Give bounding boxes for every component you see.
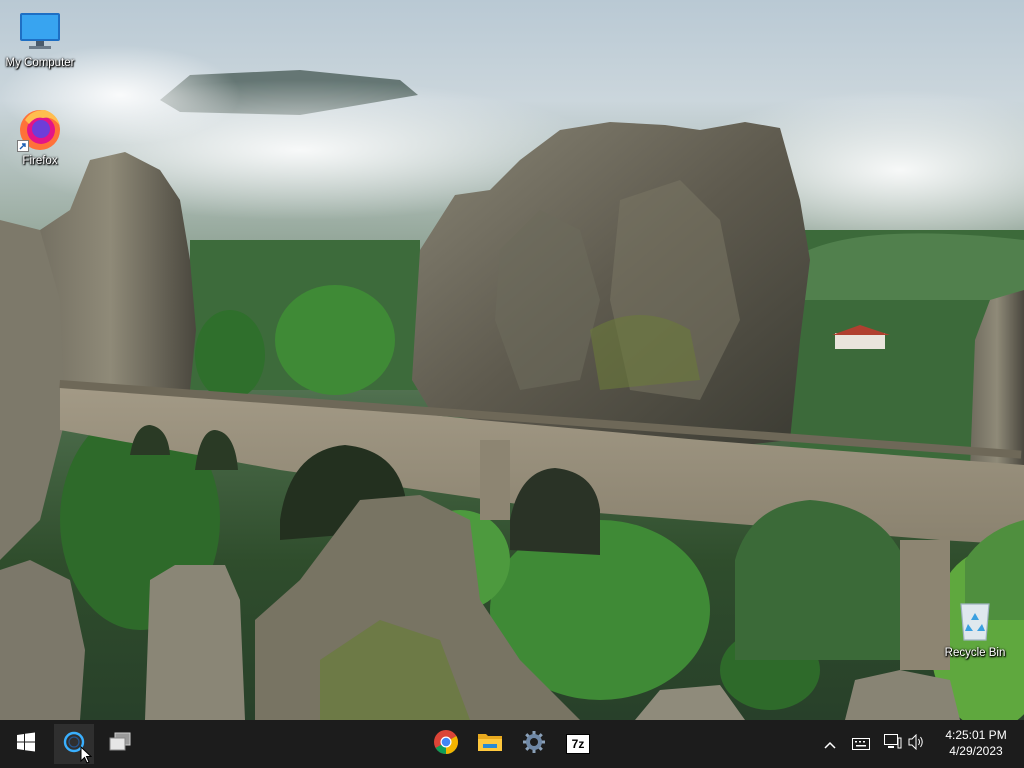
shortcut-arrow-icon — [17, 140, 29, 152]
taskbar: 7z 4:25:01 PM 4/29/2023 — [0, 720, 1024, 768]
pinned-settings[interactable] — [514, 724, 554, 764]
clock-date: 4/29/2023 — [949, 744, 1003, 758]
file-explorer-icon — [477, 731, 503, 757]
desktop-icon-label: Recycle Bin — [944, 647, 1006, 659]
desktop-icon-recycle-bin[interactable]: Recycle Bin — [935, 598, 1015, 660]
firefox-icon — [17, 106, 63, 152]
recycle-bin-icon — [952, 598, 998, 644]
network-icon — [884, 734, 902, 754]
tray-volume-button[interactable] — [907, 733, 927, 754]
pinned-7zip[interactable]: 7z — [558, 724, 598, 764]
tray-network-button[interactable] — [883, 734, 903, 754]
desktop-wallpaper — [0, 0, 1024, 720]
desktop-icon-label: Firefox — [22, 155, 58, 167]
task-view-button[interactable] — [100, 724, 140, 764]
desktop-icon-firefox[interactable]: Firefox — [0, 106, 80, 168]
desktop-icon-my-computer[interactable]: My Computer — [0, 8, 80, 70]
taskbar-clock[interactable]: 4:25:01 PM 4/29/2023 — [936, 727, 1016, 759]
tray-keyboard-button[interactable] — [851, 734, 871, 754]
7zip-icon: 7z — [566, 734, 590, 754]
settings-gear-icon — [522, 730, 546, 758]
pinned-chrome[interactable] — [426, 724, 466, 764]
windows-start-icon — [16, 732, 36, 756]
volume-icon — [908, 733, 926, 754]
desktop-icon-label: My Computer — [5, 57, 75, 69]
monitor-icon — [17, 8, 63, 54]
task-view-icon — [107, 731, 133, 757]
clock-time: 4:25:01 PM — [945, 728, 1007, 742]
mouse-cursor-icon — [80, 745, 93, 768]
chrome-icon — [433, 729, 459, 759]
wallpaper-landscape — [0, 45, 1024, 720]
keyboard-icon — [852, 735, 870, 754]
tray-show-hidden-button[interactable] — [820, 734, 840, 754]
start-button[interactable] — [6, 724, 46, 764]
chevron-up-icon — [823, 735, 837, 754]
pinned-file-explorer[interactable] — [470, 724, 510, 764]
7zip-icon-text: 7z — [571, 737, 585, 751]
